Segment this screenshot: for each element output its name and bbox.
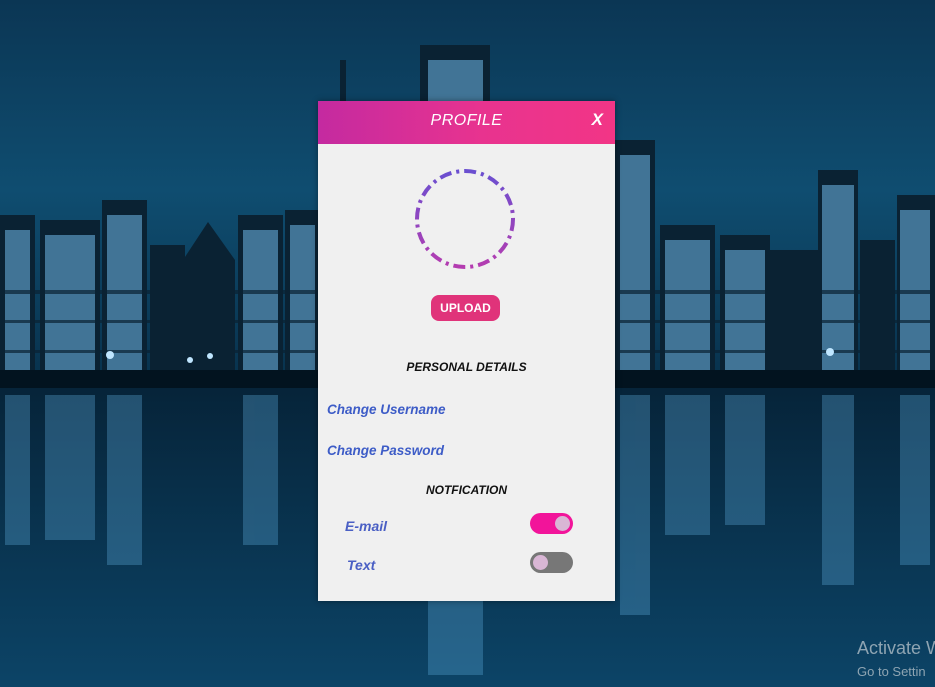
avatar-placeholder-icon[interactable] — [414, 168, 516, 270]
activate-windows-watermark: Activate W — [857, 638, 935, 658]
email-notification-toggle[interactable] — [530, 513, 573, 534]
personal-details-heading: PERSONAL DETAILS — [406, 360, 527, 374]
notification-heading: NOTFICATION — [425, 483, 508, 497]
close-button[interactable]: X — [592, 110, 603, 130]
toggle-knob — [555, 516, 570, 531]
dialog-title: PROFILE — [430, 112, 503, 129]
text-notification-label: Text — [347, 557, 376, 573]
profile-dialog: PROFILE X UPLOAD PERSONAL DETAILS Change… — [318, 101, 615, 601]
upload-button[interactable]: UPLOAD — [431, 295, 500, 321]
activate-windows-subtext: Go to Settin — [857, 664, 926, 679]
email-notification-label: E-mail — [345, 518, 388, 534]
toggle-knob — [533, 555, 548, 570]
change-password-link[interactable]: Change Password — [327, 443, 444, 458]
text-notification-toggle[interactable] — [530, 552, 573, 573]
change-username-link[interactable]: Change Username — [327, 402, 446, 417]
dialog-header: PROFILE X — [318, 101, 615, 144]
